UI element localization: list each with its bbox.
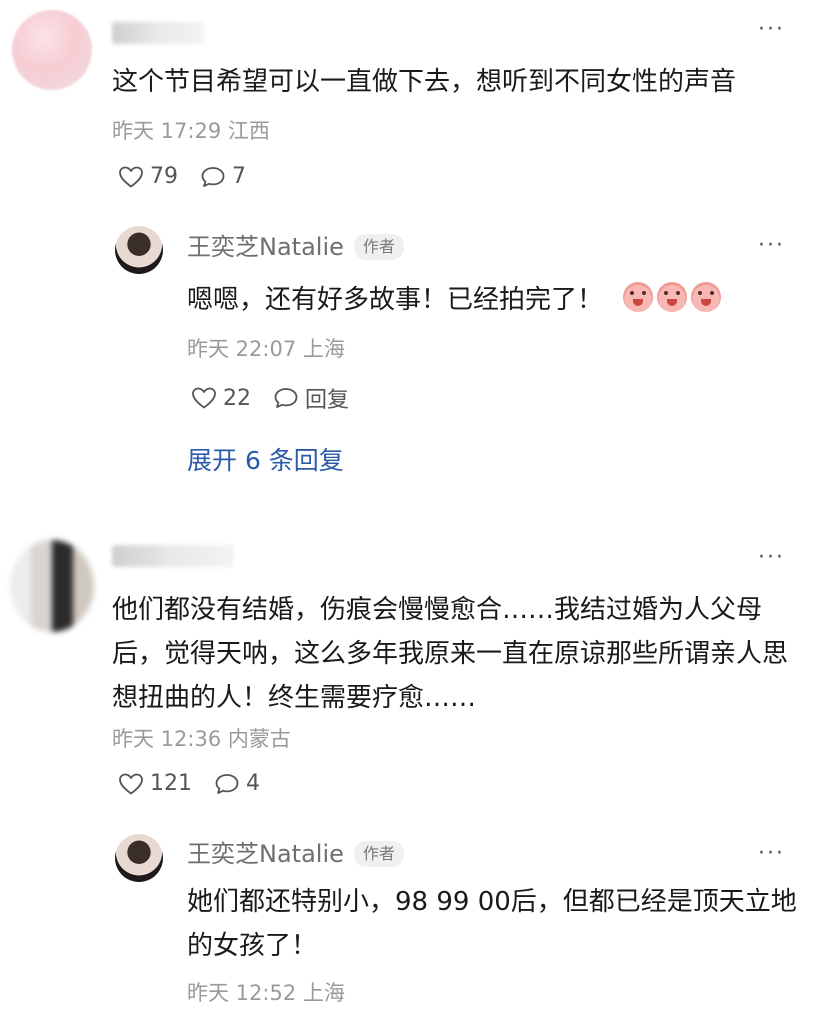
like-count: 79 xyxy=(150,164,178,189)
like-button[interactable]: 79 xyxy=(118,164,178,189)
reply-button[interactable]: 回复 xyxy=(273,382,349,414)
author-avatar[interactable] xyxy=(115,226,163,274)
author-name[interactable]: 王奕芝Natalie xyxy=(187,232,344,262)
more-options-icon[interactable]: ··· xyxy=(758,19,785,41)
laughing-pig-emoji-icon xyxy=(691,282,722,312)
reply-text: 她们都还特别小，98 99 00后，但都已经是顶天立地的女孩了！ xyxy=(187,887,797,961)
more-options-icon[interactable]: ··· xyxy=(758,843,785,865)
reply-button[interactable]: 7 xyxy=(200,164,246,189)
author-name-row: 王奕芝Natalie 作者 xyxy=(187,232,404,262)
comment-text: 他们都没有结婚，伤痕会慢慢愈合……我结过婚为人父母后，觉得天呐，这么多年我原来一… xyxy=(112,595,789,713)
heart-icon xyxy=(192,387,216,409)
like-count: 22 xyxy=(223,385,251,411)
comment-meta: 昨天 12:36 内蒙古 xyxy=(112,727,291,751)
like-button[interactable]: 22 xyxy=(191,386,251,411)
comment-bubble-icon xyxy=(201,166,225,187)
more-options-icon[interactable]: ··· xyxy=(758,235,785,257)
like-count: 121 xyxy=(150,771,192,796)
avatar[interactable] xyxy=(10,540,94,632)
author-badge: 作者 xyxy=(353,841,404,867)
comment-text: 这个节目希望可以一直做下去，想听到不同女性的声音 xyxy=(112,67,737,97)
heart-icon xyxy=(119,773,143,794)
emoji-group xyxy=(619,282,722,315)
reply-meta: 昨天 22:07 上海 xyxy=(187,337,345,361)
author-name[interactable]: 王奕芝Natalie xyxy=(187,839,344,869)
comment-actions: 79 7 xyxy=(118,164,268,189)
like-button[interactable]: 121 xyxy=(118,771,192,796)
reply-actions: 22 回复 xyxy=(191,382,371,414)
reply-count: 4 xyxy=(246,771,260,796)
reply-meta: 昨天 12:52 上海 xyxy=(187,981,345,1005)
comment-actions: 121 4 xyxy=(118,771,282,796)
comment-bubble-icon xyxy=(274,388,298,408)
laughing-pig-emoji-icon xyxy=(657,282,688,312)
reply-count: 7 xyxy=(232,164,246,189)
expand-replies-link[interactable]: 展开 6 条回复 xyxy=(187,444,344,478)
reply-button[interactable]: 4 xyxy=(214,771,260,796)
author-badge: 作者 xyxy=(353,234,404,260)
author-name-row: 王奕芝Natalie 作者 xyxy=(187,839,404,869)
reply-text-row: 嗯嗯，还有好多故事！已经拍完了！ xyxy=(187,278,787,322)
avatar[interactable] xyxy=(12,10,92,90)
more-options-icon[interactable]: ··· xyxy=(758,547,785,569)
username-redacted[interactable] xyxy=(112,22,204,44)
heart-icon xyxy=(119,166,143,187)
reply-text: 嗯嗯，还有好多故事！已经拍完了！ xyxy=(187,285,604,315)
author-avatar[interactable] xyxy=(115,834,163,882)
comment-bubble-icon xyxy=(215,773,239,794)
reply-label: 回复 xyxy=(305,388,350,413)
laughing-pig-emoji-icon xyxy=(623,282,654,312)
comment-meta: 昨天 17:29 江西 xyxy=(112,119,270,143)
username-redacted[interactable] xyxy=(112,545,234,567)
